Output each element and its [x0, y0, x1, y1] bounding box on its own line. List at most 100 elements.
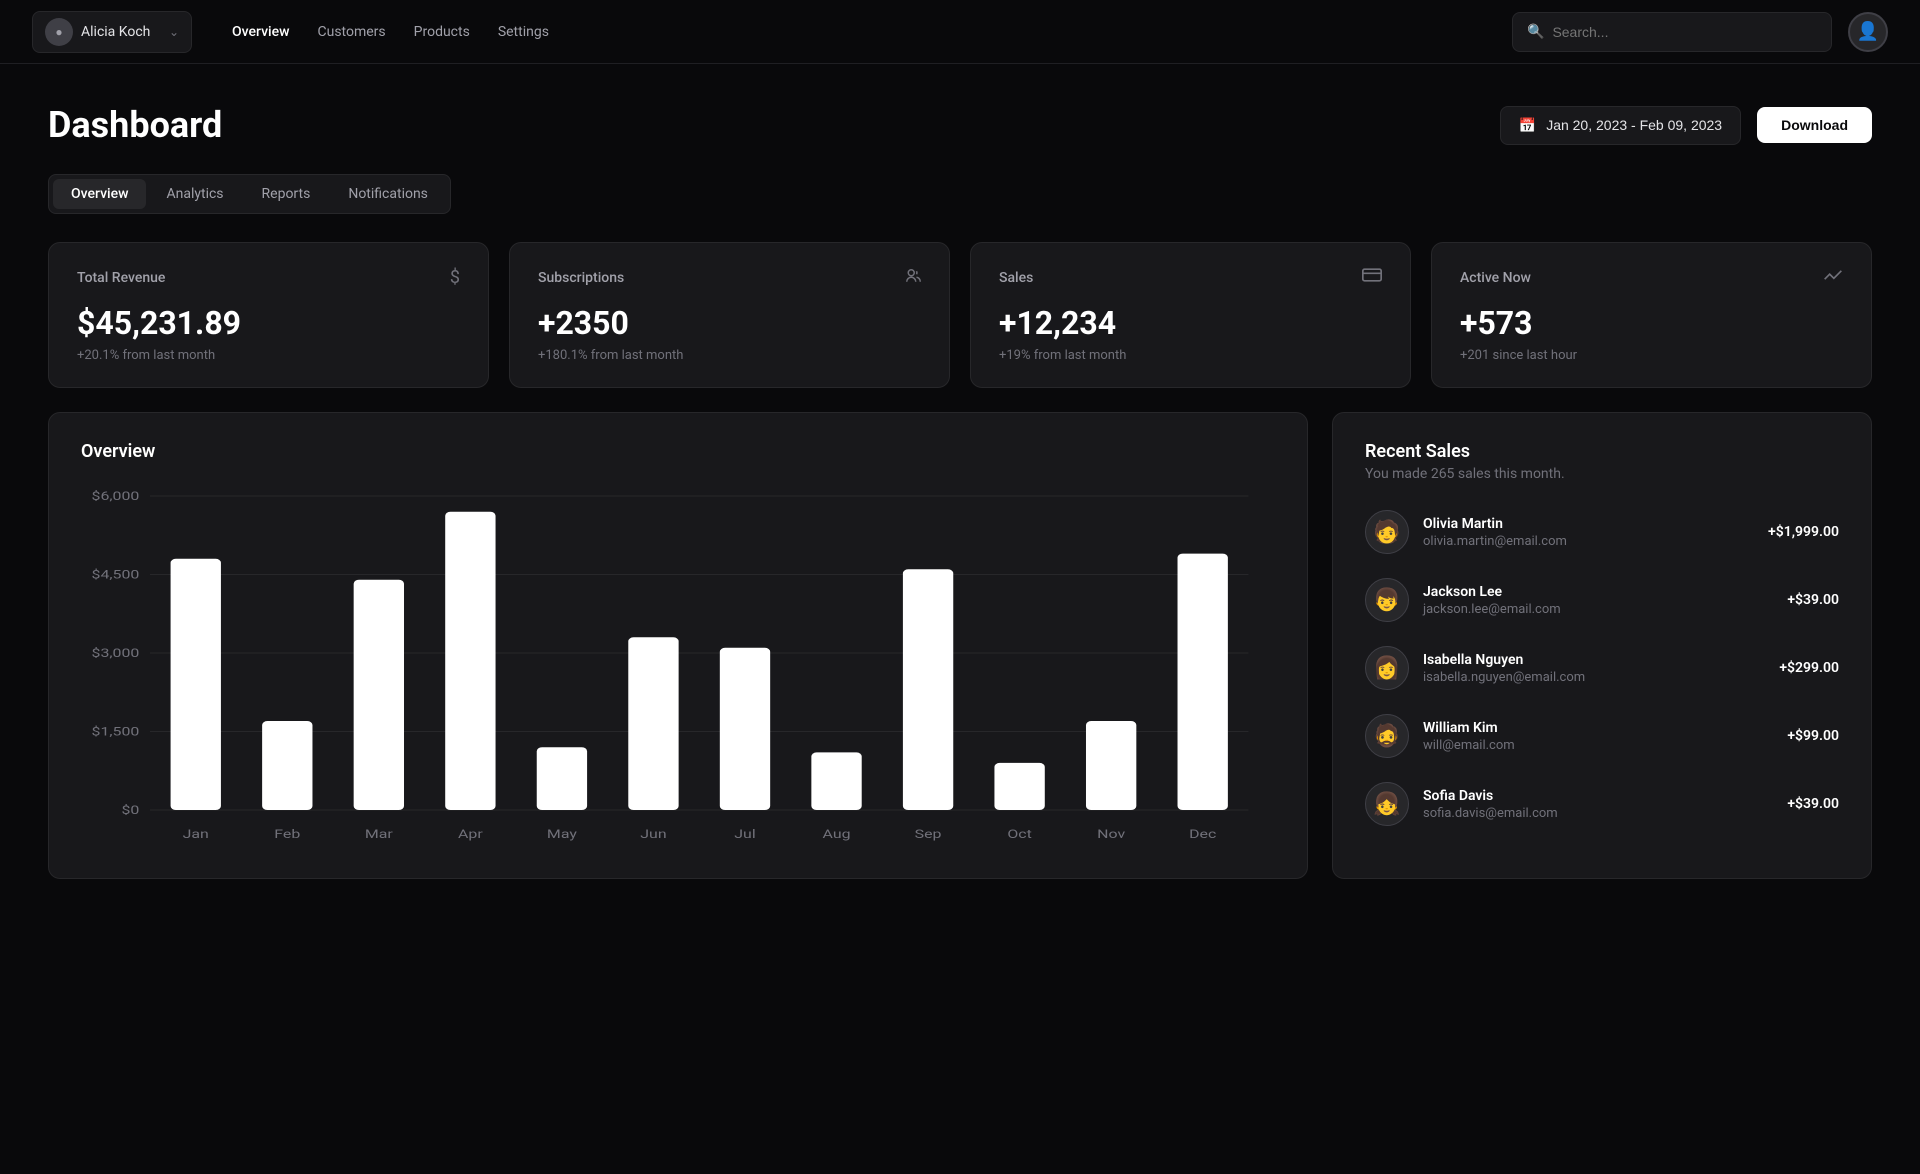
chart-title: Overview [81, 441, 1275, 462]
svg-text:$4,500: $4,500 [92, 567, 140, 581]
sale-name: Isabella Nguyen [1423, 652, 1765, 668]
sale-avatar: 👩 [1365, 646, 1409, 690]
sale-item: 🧔 William Kim will@email.com +$99.00 [1365, 714, 1839, 758]
chart-area: $0 $1,500 $3,000 $4,500 $6,000 Jan Feb Mar Apr Ma… [81, 486, 1275, 846]
search-bar[interactable]: 🔍 [1512, 12, 1832, 52]
stat-label-subscriptions: Subscriptions [538, 270, 624, 286]
sale-avatar: 🧔 [1365, 714, 1409, 758]
sale-info: William Kim will@email.com [1423, 720, 1773, 753]
bar-chart: $0 $1,500 $3,000 $4,500 $6,000 Jan Feb Mar Apr Ma… [81, 486, 1275, 846]
tab-reports[interactable]: Reports [244, 179, 329, 209]
stat-card-revenue: Total Revenue $ $45,231.89 +20.1% from l… [48, 242, 489, 388]
sale-amount: +$99.00 [1787, 728, 1839, 744]
stat-sub-subscriptions: +180.1% from last month [538, 348, 921, 363]
svg-text:Jan: Jan [183, 828, 209, 842]
user-selector[interactable]: ● Alicia Koch ⌄ [32, 11, 192, 53]
svg-text:$1,500: $1,500 [92, 724, 140, 738]
stat-label-revenue: Total Revenue [77, 270, 165, 286]
stat-sub-active: +201 since last hour [1460, 348, 1843, 363]
sale-name: Jackson Lee [1423, 584, 1773, 600]
svg-text:$3,000: $3,000 [92, 646, 140, 660]
stat-value-active: +573 [1460, 304, 1843, 342]
users-icon [903, 267, 921, 288]
sale-info: Sofia Davis sofia.davis@email.com [1423, 788, 1773, 821]
svg-text:May: May [547, 828, 577, 842]
navbar: ● Alicia Koch ⌄ Overview Customers Produ… [0, 0, 1920, 64]
search-input[interactable] [1552, 24, 1817, 40]
svg-text:Dec: Dec [1189, 828, 1216, 842]
stats-row: Total Revenue $ $45,231.89 +20.1% from l… [48, 242, 1872, 388]
page-header: Dashboard 📅 Jan 20, 2023 - Feb 09, 2023 … [48, 104, 1872, 146]
svg-text:Nov: Nov [1097, 828, 1125, 842]
sale-item: 👩 Isabella Nguyen isabella.nguyen@email.… [1365, 646, 1839, 690]
sale-amount: +$39.00 [1787, 796, 1839, 812]
sale-item: 👦 Jackson Lee jackson.lee@email.com +$39… [1365, 578, 1839, 622]
header-right: 📅 Jan 20, 2023 - Feb 09, 2023 Download [1500, 106, 1872, 145]
stat-label-sales: Sales [999, 270, 1033, 286]
tab-overview[interactable]: Overview [53, 179, 146, 209]
stat-card-header-sales: Sales [999, 267, 1382, 288]
sale-item: 👧 Sofia Davis sofia.davis@email.com +$39… [1365, 782, 1839, 826]
page-title: Dashboard [48, 104, 222, 146]
nav-link-settings[interactable]: Settings [498, 24, 549, 40]
sale-amount: +$299.00 [1779, 660, 1839, 676]
stat-card-active: Active Now +573 +201 since last hour [1431, 242, 1872, 388]
sale-item: 🧑 Olivia Martin olivia.martin@email.com … [1365, 510, 1839, 554]
sale-email: sofia.davis@email.com [1423, 806, 1773, 821]
main-content: Dashboard 📅 Jan 20, 2023 - Feb 09, 2023 … [0, 64, 1920, 919]
svg-text:Aug: Aug [823, 828, 851, 842]
svg-text:$0: $0 [121, 803, 139, 817]
search-icon: 🔍 [1527, 24, 1544, 40]
svg-text:$6,000: $6,000 [92, 489, 140, 503]
date-range-button[interactable]: 📅 Jan 20, 2023 - Feb 09, 2023 [1500, 106, 1741, 145]
sale-name: Olivia Martin [1423, 516, 1754, 532]
sale-email: olivia.martin@email.com [1423, 534, 1754, 549]
recent-sales-card: Recent Sales You made 265 sales this mon… [1332, 412, 1872, 879]
stat-sub-sales: +19% from last month [999, 348, 1382, 363]
credit-card-icon [1362, 267, 1382, 288]
stat-label-active: Active Now [1460, 270, 1531, 286]
svg-text:Mar: Mar [365, 828, 393, 842]
chevron-down-icon: ⌄ [169, 25, 179, 39]
user-avatar: ● [45, 18, 73, 46]
dashboard-tabs: Overview Analytics Reports Notifications [48, 174, 451, 214]
sale-avatar: 👦 [1365, 578, 1409, 622]
svg-text:Jul: Jul [734, 828, 755, 842]
nav-link-products[interactable]: Products [414, 24, 470, 40]
stat-card-sales: Sales +12,234 +19% from last month [970, 242, 1411, 388]
svg-text:Oct: Oct [1007, 828, 1032, 842]
user-name: Alicia Koch [81, 24, 161, 40]
profile-avatar[interactable]: 👤 [1848, 12, 1888, 52]
calendar-icon: 📅 [1519, 117, 1536, 134]
svg-text:Feb: Feb [274, 828, 300, 842]
nav-links: Overview Customers Products Settings [232, 24, 549, 40]
stat-sub-revenue: +20.1% from last month [77, 348, 460, 363]
sale-avatar: 🧑 [1365, 510, 1409, 554]
sale-info: Olivia Martin olivia.martin@email.com [1423, 516, 1754, 549]
sale-avatar: 👧 [1365, 782, 1409, 826]
svg-text:Jun: Jun [640, 828, 666, 842]
sale-info: Isabella Nguyen isabella.nguyen@email.co… [1423, 652, 1765, 685]
download-button[interactable]: Download [1757, 107, 1872, 143]
svg-text:Apr: Apr [458, 828, 483, 842]
stat-value-revenue: $45,231.89 [77, 304, 460, 342]
svg-text:Sep: Sep [915, 828, 942, 842]
tab-notifications[interactable]: Notifications [330, 179, 446, 209]
dollar-icon: $ [450, 267, 460, 288]
nav-link-overview[interactable]: Overview [232, 24, 289, 40]
recent-sales-title: Recent Sales [1365, 441, 1839, 462]
sale-amount: +$1,999.00 [1768, 524, 1839, 540]
sale-email: isabella.nguyen@email.com [1423, 670, 1765, 685]
stat-card-header-active: Active Now [1460, 267, 1843, 288]
sale-email: will@email.com [1423, 738, 1773, 753]
sale-info: Jackson Lee jackson.lee@email.com [1423, 584, 1773, 617]
sales-list: 🧑 Olivia Martin olivia.martin@email.com … [1365, 510, 1839, 826]
tab-analytics[interactable]: Analytics [148, 179, 241, 209]
date-range-label: Jan 20, 2023 - Feb 09, 2023 [1546, 117, 1722, 133]
sale-name: William Kim [1423, 720, 1773, 736]
activity-icon [1823, 267, 1843, 288]
stat-value-sales: +12,234 [999, 304, 1382, 342]
nav-link-customers[interactable]: Customers [317, 24, 385, 40]
recent-sales-subtitle: You made 265 sales this month. [1365, 466, 1839, 482]
bottom-row: Overview $0 $1,500 $3,000 $4,500 $6,000 Jan Fe… [48, 412, 1872, 879]
